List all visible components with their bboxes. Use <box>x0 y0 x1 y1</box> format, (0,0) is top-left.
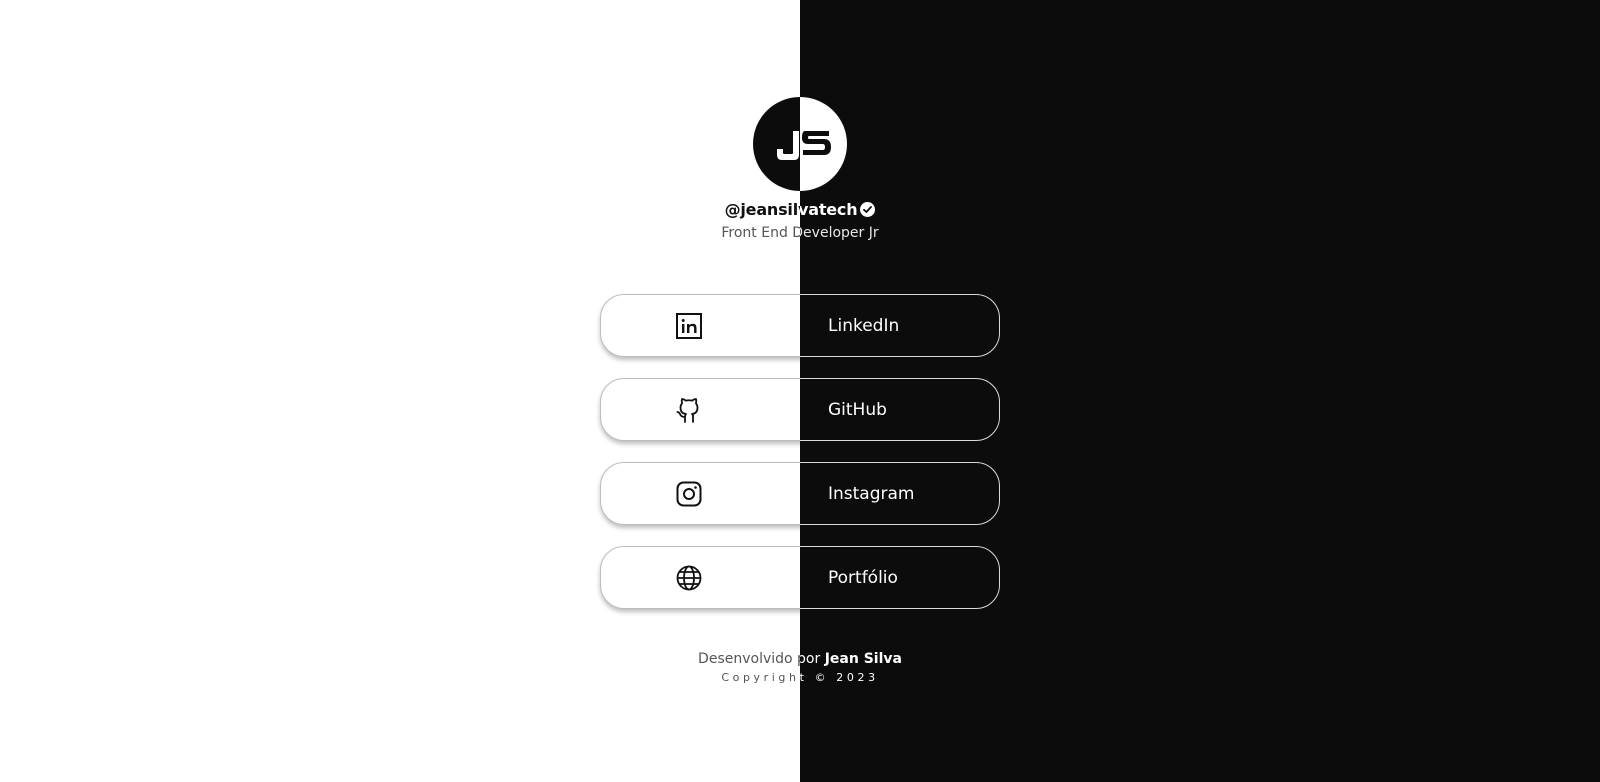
credit-author-mirror: Jean Silva <box>824 651 902 667</box>
github-icon <box>676 398 699 423</box>
portfolio-link-label: Portfólio <box>828 568 898 588</box>
verified-check-icon <box>860 202 876 217</box>
link-tree-page: @jeansilvatech Front End Developer Jr Li… <box>0 0 1600 782</box>
globe-icon <box>676 565 702 591</box>
linkedin-link-label: LinkedIn <box>828 316 900 336</box>
instagram-icon <box>676 481 702 507</box>
instagram-link-label: Instagram <box>828 484 915 504</box>
github-link-label: GitHub <box>828 400 887 420</box>
linkedin-icon <box>676 313 702 339</box>
